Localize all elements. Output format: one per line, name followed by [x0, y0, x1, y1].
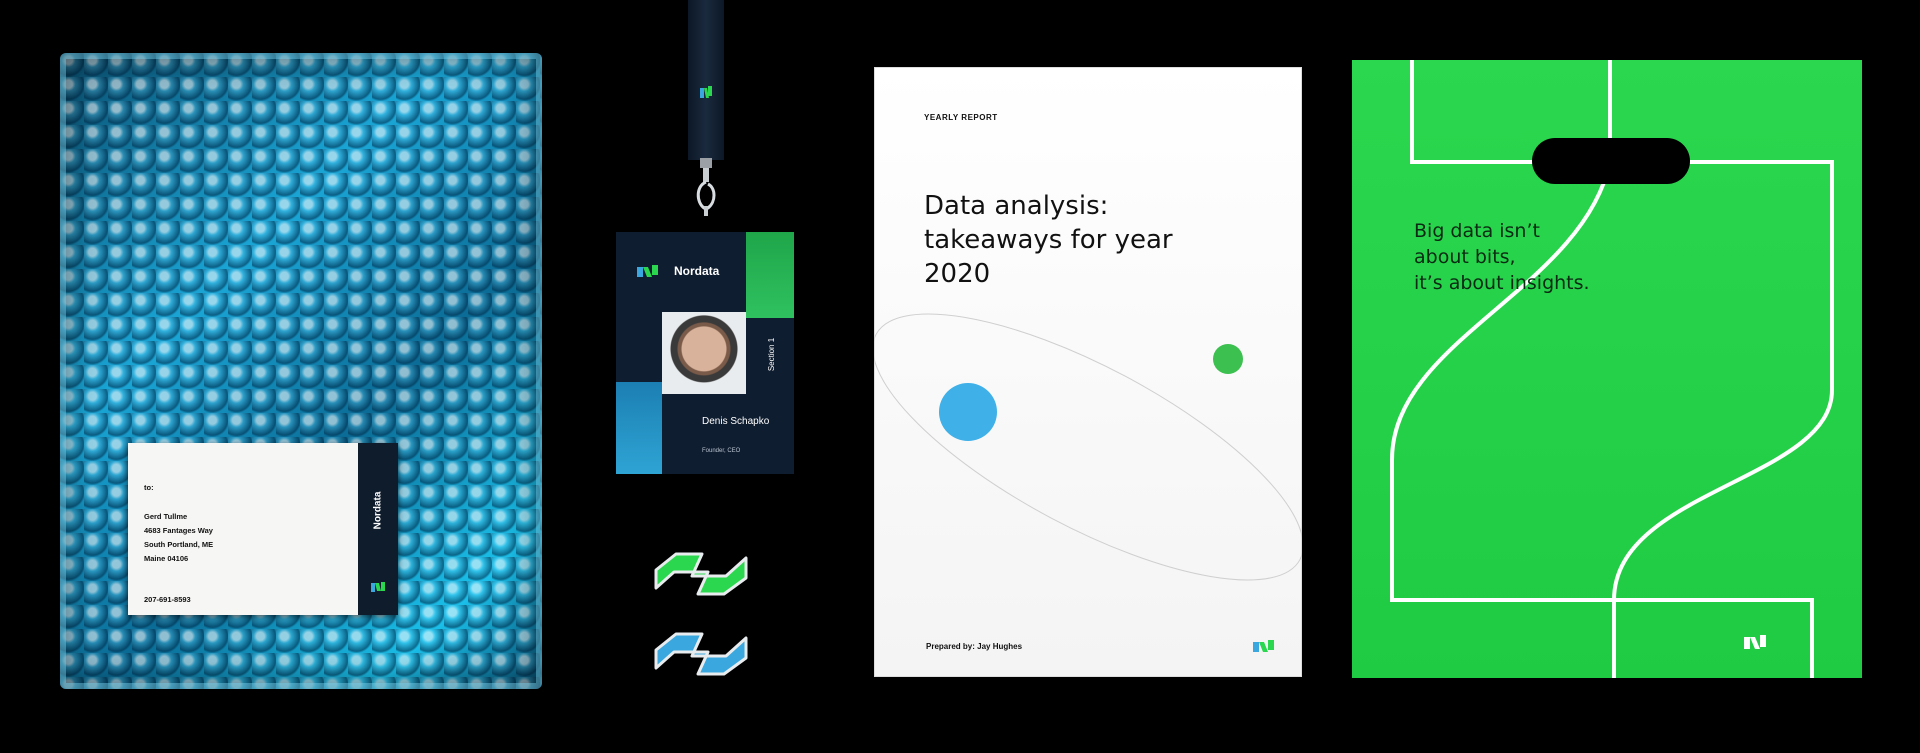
blue-logo-pin-icon: [654, 632, 748, 676]
report-label: YEARLY REPORT: [924, 113, 998, 122]
recipient-city: South Portland, ME: [144, 540, 214, 549]
bag-slogan: Big data isn’t about bits, it’s about in…: [1414, 220, 1590, 294]
badge-role: Founder, CEO: [702, 448, 741, 454]
recipient-name: Gerd Tullme: [144, 512, 188, 521]
badge-section: Section 1: [766, 337, 776, 372]
lanyard-logo-icon: [700, 86, 712, 98]
recipient-phone: 207-691-8593: [144, 595, 191, 604]
blue-planet-icon: [939, 383, 997, 441]
lanyard-strap: [688, 0, 724, 160]
recipient-street: 4683 Fantages Way: [144, 526, 213, 535]
label-brand-strip: Nordata: [358, 443, 398, 615]
report-logo-icon: [1253, 640, 1274, 652]
label-to: to:: [144, 483, 154, 492]
badge-brand: Nordata: [674, 264, 720, 278]
recipient-state-zip: Maine 04106: [144, 554, 189, 563]
green-logo-pin-icon: [654, 552, 748, 596]
green-planet-icon: [1213, 344, 1243, 374]
report-orbit-graphic: [874, 313, 1302, 581]
lanyard-clip-icon: [696, 158, 716, 216]
nordata-logo-icon: [371, 582, 385, 592]
report-author: Prepared by: Jay Hughes: [926, 642, 1023, 651]
label-brand-text: Nordata: [372, 491, 384, 530]
bag-logo-icon: [1744, 635, 1766, 649]
shopping-bag: Big data isn’t about bits, it’s about in…: [1352, 60, 1862, 678]
badge-blue-stripe: [616, 382, 662, 474]
shipping-label: to: Gerd Tullme 4683 Fantages Way South …: [128, 443, 398, 615]
badge-portrait-photo: [662, 312, 746, 394]
badge-name: Denis Schapko: [702, 416, 770, 427]
report-title: Data analysis: takeaways for year 2020: [924, 191, 1173, 289]
yearly-report-cover: YEARLY REPORT Data analysis: takeaways f…: [874, 67, 1302, 677]
badge-logo-icon: [637, 265, 658, 277]
bag-handle-cutout: [1532, 138, 1690, 184]
label-address-area: to: Gerd Tullme 4683 Fantages Way South …: [128, 443, 358, 615]
id-badge: Nordata Section 1 Denis Schapko Founder,…: [616, 232, 794, 474]
badge-green-stripe: [746, 232, 794, 318]
